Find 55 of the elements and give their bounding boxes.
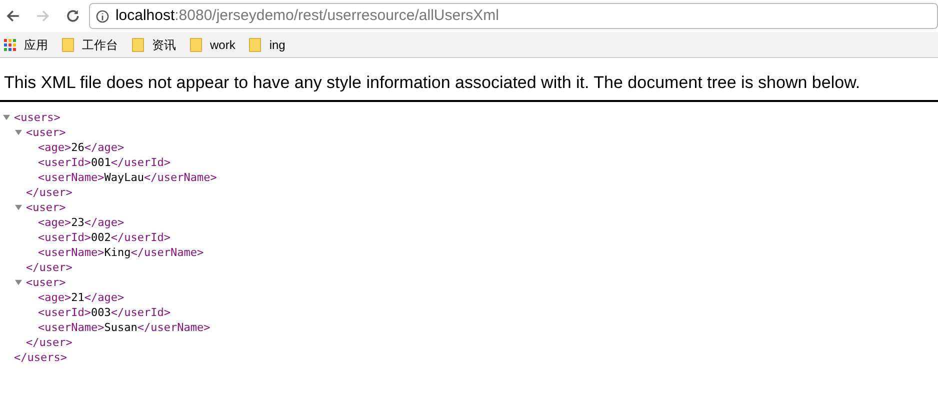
xml-tag: </userName> [137, 320, 210, 334]
xml-tag: </userName> [144, 170, 217, 184]
expanded-triangle-icon[interactable] [3, 114, 10, 120]
xml-tag: </userId> [110, 304, 170, 320]
xml-tag: </age> [84, 140, 124, 154]
xml-tag: <userName> [38, 170, 104, 184]
xml-tag: <user> [26, 124, 66, 140]
url-text[interactable]: localhost:8080/jerseydemo/rest/userresource/allUsersXml [115, 4, 499, 28]
expanded-triangle-icon[interactable] [15, 128, 22, 136]
xml-value: 003 [90, 304, 111, 320]
xml-value: 21 [71, 290, 84, 304]
bookmark-item[interactable]: 工作台 [82, 36, 118, 54]
xml-tag: <age> [38, 140, 72, 154]
xml-tag: <userName> [38, 244, 104, 260]
xml-tag: </user> [26, 336, 72, 348]
xml-value: 23 [71, 214, 84, 230]
xml-tag: <user> [26, 200, 66, 214]
address-bar[interactable]: localhost:8080/jerseydemo/rest/userresource/allUsersXml [89, 3, 938, 29]
xml-tag: </age> [84, 290, 124, 304]
folder-icon [132, 38, 144, 52]
xml-tag: <userId> [38, 230, 91, 244]
xml-tag: </userName> [130, 244, 204, 260]
bookmark-item[interactable]: 资讯 [152, 36, 176, 54]
xml-value: 26 [71, 140, 84, 154]
info-icon[interactable] [96, 10, 110, 22]
xml-value: Susan [104, 320, 138, 334]
xml-tag: <userName> [38, 320, 104, 334]
folder-icon [249, 38, 262, 52]
bookmark-item[interactable]: work [210, 36, 236, 54]
xml-tag: </userId> [110, 230, 170, 244]
bookmark-item[interactable]: 应用 [24, 36, 48, 54]
folder-icon [190, 38, 202, 52]
bookmark-item[interactable]: ing [269, 36, 286, 54]
xml-tag: </userId> [110, 154, 170, 170]
xml-tag: <age> [38, 214, 72, 230]
xml-tag: <users> [14, 110, 60, 124]
xml-tag: </user> [26, 186, 72, 198]
xml-tag: <userId> [38, 154, 91, 170]
expanded-triangle-icon[interactable] [15, 278, 22, 286]
xml-value: King [104, 244, 131, 260]
reload-icon[interactable] [66, 9, 80, 23]
xml-tag: <userId> [38, 304, 91, 320]
back-icon[interactable] [6, 9, 20, 23]
xml-notice: This XML file does not appear to have any style information associated with it. The document tree is shown below. [3, 72, 862, 94]
xml-value: 001 [90, 154, 111, 170]
xml-tag: <user> [26, 274, 66, 290]
xml-tag: </age> [84, 214, 124, 230]
xml-value: WayLau [104, 170, 144, 184]
expanded-triangle-icon[interactable] [15, 204, 22, 210]
xml-tag: </users> [14, 350, 67, 364]
xml-value: 002 [90, 230, 111, 244]
xml-tag: <age> [38, 290, 72, 304]
apps-grid-icon [4, 38, 16, 50]
folder-icon [62, 38, 74, 52]
xml-tag: </user> [26, 260, 72, 274]
